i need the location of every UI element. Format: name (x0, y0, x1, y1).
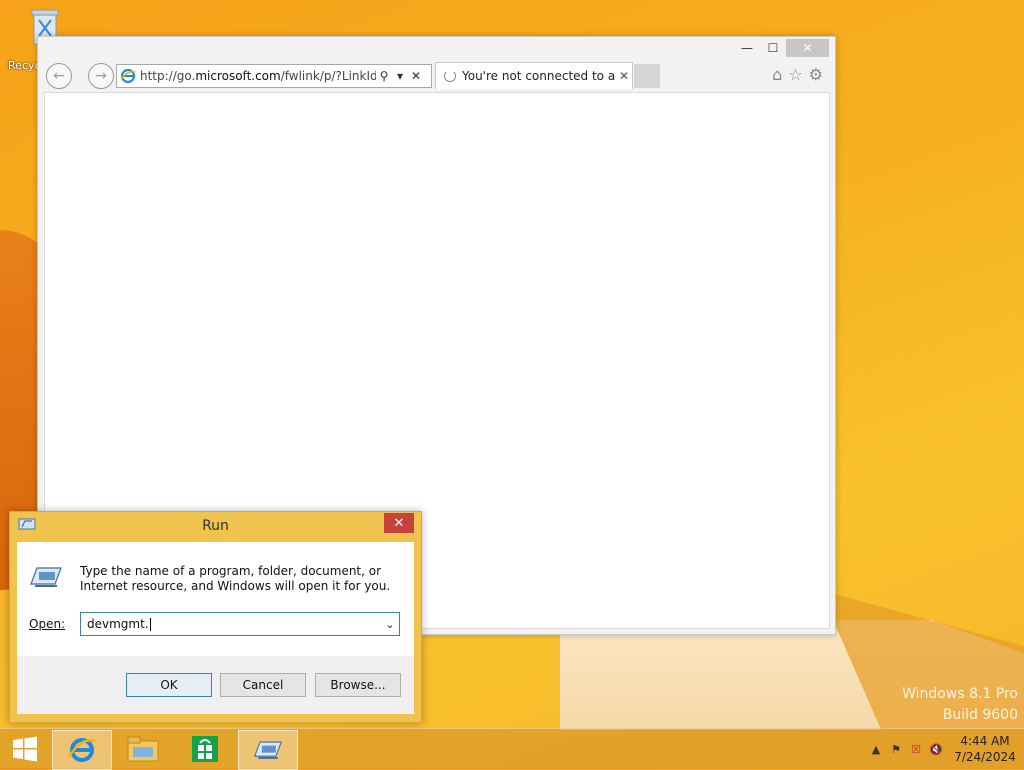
favorites-star-icon[interactable]: ☆ (788, 65, 802, 84)
ie-page-icon (120, 68, 136, 84)
system-tray: ▲ ⚑ ☒ 🔇 4:44 AM 7/24/2024 (866, 729, 1024, 769)
new-tab-button[interactable] (634, 64, 660, 88)
action-center-flag-icon[interactable]: ⚑ (886, 743, 906, 756)
maximize-button[interactable]: ☐ (760, 39, 786, 57)
cancel-button[interactable]: Cancel (220, 673, 306, 697)
browser-tab[interactable]: You're not connected to a ... ✕ (435, 62, 633, 89)
run-dialog: Run ✕ Type the name of a program, folder… (9, 511, 422, 723)
run-title-bar[interactable]: Run ✕ (10, 512, 421, 540)
close-button[interactable]: ✕ (786, 39, 829, 57)
settings-gear-icon[interactable]: ⚙ (809, 65, 823, 84)
run-description: Type the name of a program, folder, docu… (80, 564, 391, 593)
taskbar: ▲ ⚑ ☒ 🔇 4:44 AM 7/24/2024 (0, 728, 1024, 770)
home-icon[interactable]: ⌂ (772, 65, 782, 84)
dropdown-arrow-icon[interactable]: ▾ (392, 69, 408, 83)
watermark-build: Build 9600 (942, 707, 1018, 723)
run-program-icon (254, 741, 282, 759)
taskbar-internet-explorer[interactable] (52, 730, 112, 770)
stop-icon[interactable]: ✕ (408, 69, 424, 83)
system-clock[interactable]: 4:44 AM 7/24/2024 (946, 733, 1024, 765)
tab-title: You're not connected to a ... (462, 69, 616, 83)
clock-time: 4:44 AM (960, 734, 1010, 748)
folder-icon (127, 736, 159, 762)
forward-arrow-icon: → (95, 68, 107, 84)
start-button[interactable] (0, 729, 50, 769)
ok-button[interactable]: OK (126, 673, 212, 697)
window-caption-buttons: — ☐ ✕ (734, 39, 829, 57)
open-label-text: Open: (29, 617, 66, 631)
volume-muted-icon[interactable]: 🔇 (926, 743, 946, 756)
search-icon[interactable]: ⚲ (376, 69, 392, 83)
watermark-edition: Windows 8.1 Pro (902, 686, 1018, 702)
run-button-area: OK Cancel Browse... (17, 656, 414, 714)
back-button[interactable]: ← (46, 63, 72, 89)
address-bar[interactable]: http://go.microsoft.com/fwlink/p/?LinkId… (116, 64, 432, 88)
open-input-value: devmgmt. (87, 617, 149, 631)
network-disconnected-icon[interactable]: ☒ (906, 743, 926, 756)
address-url-domain: microsoft.com (195, 69, 281, 83)
windows-version-watermark: Windows 8.1 Pro Build 9600 (902, 684, 1018, 726)
open-combobox[interactable]: devmgmt. ⌄ (80, 612, 400, 636)
browse-button[interactable]: Browse... (315, 673, 401, 697)
address-url-suffix: /fwlink/p/?LinkId=2 (280, 69, 376, 83)
close-icon: ✕ (393, 515, 405, 531)
internet-explorer-icon (67, 738, 96, 762)
close-tab-icon[interactable]: ✕ (616, 69, 632, 83)
windows-logo-icon (13, 736, 37, 762)
minimize-button[interactable]: — (734, 39, 760, 57)
address-url[interactable]: http://go.microsoft.com/fwlink/p/?LinkId… (140, 69, 376, 83)
chevron-down-icon[interactable]: ⌄ (381, 618, 399, 631)
taskbar-file-explorer[interactable] (114, 730, 172, 768)
taskbar-run[interactable] (238, 730, 298, 770)
navigation-bar: ← → http://go.microsoft.com/fwlink/p/?Li… (46, 61, 829, 91)
run-program-icon (30, 567, 62, 587)
clock-date: 7/24/2024 (954, 750, 1016, 764)
back-arrow-icon: ← (53, 68, 65, 84)
text-caret (149, 618, 151, 631)
taskbar-store[interactable] (176, 730, 234, 768)
address-url-prefix: http://go. (140, 69, 196, 83)
run-close-button[interactable]: ✕ (384, 513, 414, 533)
store-icon (192, 736, 218, 762)
show-hidden-icons-chevron-icon[interactable]: ▲ (866, 743, 886, 756)
run-title: Run (202, 518, 229, 534)
loading-spinner-icon (444, 70, 456, 82)
forward-button[interactable]: → (88, 63, 114, 89)
open-label: Open: (29, 617, 65, 631)
toolbar-icons: ⌂ ☆ ⚙ (772, 65, 823, 84)
open-input[interactable]: devmgmt. (81, 617, 381, 631)
run-body: Type the name of a program, folder, docu… (17, 542, 414, 656)
